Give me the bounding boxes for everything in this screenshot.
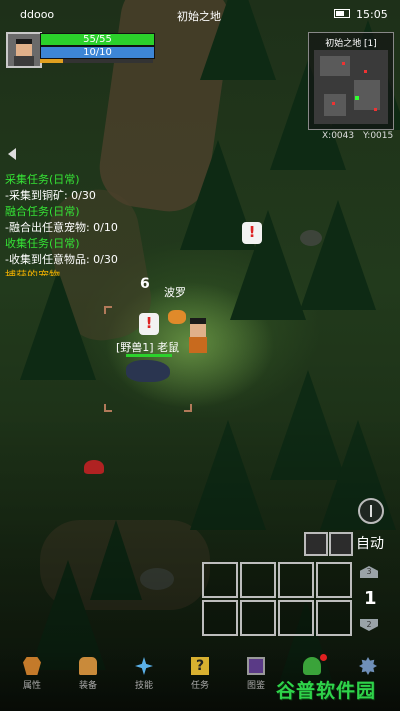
battery-icon bbox=[334, 9, 350, 18]
nav-attributes[interactable]: 属性 bbox=[12, 657, 52, 691]
mob-name: [野兽1] 老鼠 bbox=[116, 341, 180, 354]
quest-tracker[interactable]: 采集任务(日常) -采集到铜矿: 0/30 融合任务(日常) -融合出任意宠物:… bbox=[5, 172, 125, 276]
skill-slot[interactable] bbox=[202, 562, 238, 598]
nav-skills[interactable]: 技能 bbox=[124, 657, 164, 691]
player-name: ddooo bbox=[20, 8, 55, 21]
mp-bar: 10/10 bbox=[40, 46, 155, 59]
status-bar: ddooo 初始之地 15:05 bbox=[0, 4, 400, 24]
nav-label: 装备 bbox=[78, 681, 97, 691]
settings-icon bbox=[359, 657, 377, 675]
target-corner bbox=[184, 404, 192, 412]
book-icon bbox=[247, 657, 265, 675]
skill-slot[interactable] bbox=[240, 562, 276, 598]
pet-fox-sprite[interactable] bbox=[168, 310, 186, 324]
auto-button[interactable]: 自动 bbox=[356, 533, 384, 553]
player-head bbox=[190, 318, 206, 337]
quest-collapse-arrow-icon[interactable] bbox=[8, 148, 16, 160]
coordinates: X:0043 Y:0015 bbox=[322, 131, 393, 141]
skill-icon bbox=[135, 657, 153, 675]
skill-slot[interactable] bbox=[316, 562, 352, 598]
quest-title: 采集任务(日常) bbox=[5, 173, 80, 186]
rat-monster-sprite[interactable] bbox=[126, 360, 170, 382]
skill-slot[interactable] bbox=[278, 600, 314, 636]
nav-label: 属性 bbox=[22, 681, 41, 691]
quest-item[interactable]: 收集任务(日常) -收集到任意物品: 0/30 bbox=[5, 236, 125, 268]
quest-progress: -收集到任意物品: 0/30 bbox=[5, 253, 118, 266]
nav-label: 技能 bbox=[134, 681, 153, 691]
quick-toggle-button[interactable] bbox=[329, 532, 353, 556]
clock: 15:05 bbox=[356, 8, 388, 21]
xp-bar bbox=[40, 59, 153, 63]
nav-label: 任务 bbox=[190, 681, 209, 691]
rock bbox=[300, 230, 322, 246]
nav-settings[interactable] bbox=[348, 657, 388, 678]
attribute-icon bbox=[23, 657, 41, 675]
quest-item[interactable]: 融合任务(日常) -融合出任意宠物: 0/10 bbox=[5, 204, 125, 236]
player-avatar[interactable] bbox=[6, 32, 42, 68]
minimap-title: 初始之地 [1] bbox=[325, 39, 377, 49]
npc-name: 波罗 bbox=[164, 286, 186, 299]
watermark: 谷普软件园 bbox=[276, 680, 377, 702]
skill-slot[interactable] bbox=[240, 600, 276, 636]
player-body bbox=[189, 337, 207, 353]
minimap-grid bbox=[314, 50, 388, 124]
pine-tree bbox=[20, 270, 96, 380]
avatar-body bbox=[14, 56, 34, 66]
pine-tree bbox=[300, 200, 376, 310]
quest-progress: -采集到铜矿: 0/30 bbox=[5, 189, 96, 202]
minimap[interactable]: 初始之地 [1] bbox=[308, 32, 394, 130]
skill-slot[interactable] bbox=[278, 562, 314, 598]
quest-overflow-text: 捕获的宠物 bbox=[5, 269, 60, 276]
nav-equipment[interactable]: 装备 bbox=[68, 657, 108, 691]
target-corner bbox=[104, 404, 112, 412]
mob-hp-bar bbox=[126, 354, 172, 357]
skill-slot[interactable] bbox=[202, 600, 238, 636]
pet-icon bbox=[303, 657, 321, 675]
minimap-player-marker bbox=[355, 96, 359, 100]
task-icon: ? bbox=[191, 657, 209, 675]
quest-title: 融合任务(日常) bbox=[5, 205, 80, 218]
quest-progress: -融合出任意宠物: 0/10 bbox=[5, 221, 118, 234]
coord-x: X:0043 bbox=[322, 131, 355, 141]
skill-page-current: 1 bbox=[364, 588, 377, 609]
equipment-icon bbox=[79, 657, 97, 675]
quick-toggle-button[interactable] bbox=[304, 532, 328, 556]
nav-tasks[interactable]: ? 任务 bbox=[180, 657, 220, 691]
hp-bar: 55/55 bbox=[40, 33, 155, 46]
nav-pets[interactable] bbox=[292, 657, 332, 678]
red-plant[interactable] bbox=[84, 460, 104, 474]
nav-label: 图鉴 bbox=[246, 681, 265, 691]
camera-toggle-button[interactable] bbox=[358, 498, 384, 524]
alert-icon[interactable] bbox=[139, 313, 159, 335]
player-character[interactable] bbox=[186, 318, 210, 354]
target-corner bbox=[104, 306, 112, 314]
quest-title: 收集任务(日常) bbox=[5, 237, 80, 250]
nav-codex[interactable]: 图鉴 bbox=[236, 657, 276, 691]
coord-y: Y:0015 bbox=[362, 131, 394, 141]
quest-item[interactable]: 采集任务(日常) -采集到铜矿: 0/30 bbox=[5, 172, 125, 204]
map-name: 初始之地 bbox=[177, 10, 221, 23]
alert-icon[interactable] bbox=[242, 222, 262, 244]
skill-slot[interactable] bbox=[316, 600, 352, 636]
notification-dot bbox=[320, 654, 327, 661]
mob-level: 6 bbox=[140, 276, 150, 292]
